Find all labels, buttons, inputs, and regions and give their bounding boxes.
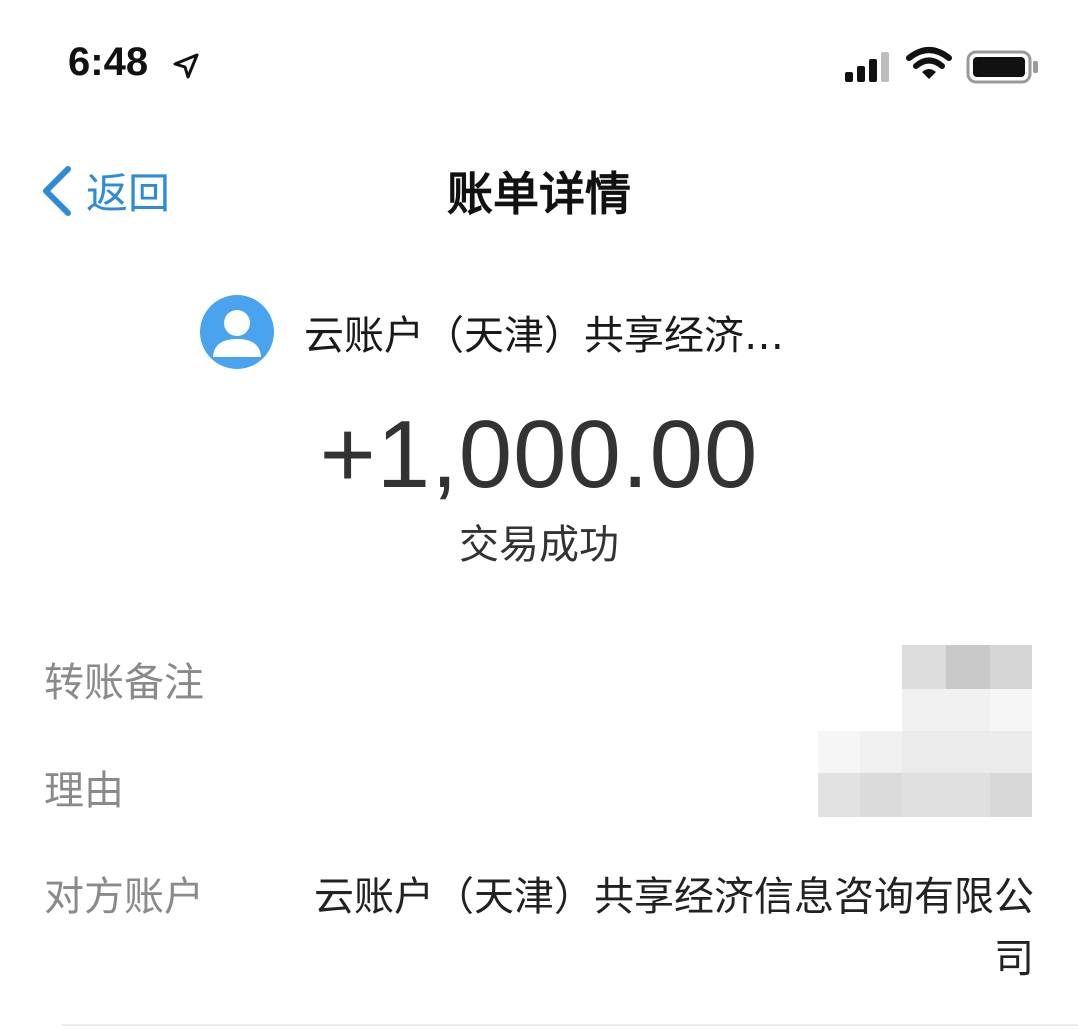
location-arrow-icon [173, 53, 199, 79]
transaction-status: 交易成功 [459, 522, 619, 568]
remark-label: 转账备注 [44, 660, 204, 706]
divider [62, 1024, 1078, 1026]
user-icon [213, 310, 261, 357]
counterparty-value-line2: 司 [994, 936, 1034, 982]
payee-name: 云账户（天津）共享经济… [304, 313, 784, 359]
status-time: 6:48 [68, 40, 149, 84]
page-title: 账单详情 [447, 167, 631, 221]
battery-icon [966, 50, 1038, 84]
wifi-icon [906, 47, 952, 79]
transaction-amount: +1,000.00 [319, 401, 759, 508]
payee-header: 云账户（天津）共享经济… [200, 295, 784, 369]
cellular-signal-icon [845, 52, 889, 82]
reason-label: 理由 [44, 768, 124, 814]
avatar [200, 295, 274, 369]
status-bar: 6:48 [0, 0, 1078, 120]
counterparty-label: 对方账户 [44, 874, 204, 920]
counterparty-value-line1: 云账户（天津）共享经济信息咨询有限公 [314, 874, 1034, 920]
